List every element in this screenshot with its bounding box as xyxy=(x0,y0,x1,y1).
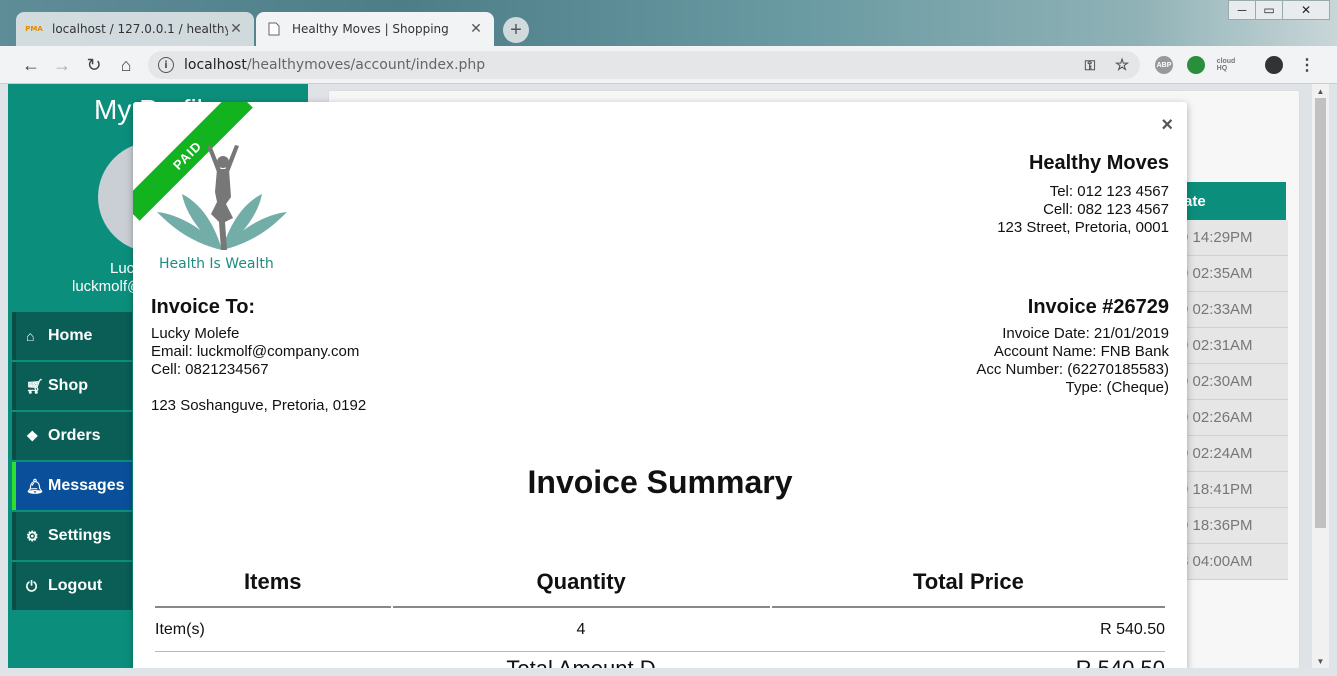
header-quantity: Quantity xyxy=(392,558,770,608)
adblock-icon[interactable]: ABP xyxy=(1155,56,1173,74)
sidebar-item-settings[interactable]: ⚙ Settings xyxy=(12,512,132,560)
client-address: 123 Soshanguve, Pretoria, 0192 xyxy=(151,397,367,414)
sidebar-item-home[interactable]: ⌂ Home xyxy=(12,312,132,360)
new-tab-button[interactable]: + xyxy=(503,17,529,43)
back-icon[interactable]: ← xyxy=(20,54,42,76)
profile-icon[interactable] xyxy=(1265,56,1283,74)
gears-icon: ⚙ xyxy=(26,527,39,544)
header-total-price: Total Price xyxy=(771,558,1165,608)
page-content: My Profile Lucky Molefe luckmolf@company… xyxy=(8,84,1329,668)
sidebar-item-label: Shop xyxy=(48,377,88,394)
table-row: 9 02:30AM xyxy=(1176,364,1288,400)
company-tel: Tel: 012 123 4567 xyxy=(1049,183,1169,200)
browser-toolbar: ← → ↻ ⌂ i localhost/healthymoves/account… xyxy=(0,46,1337,84)
menu-icon[interactable]: ⋮ xyxy=(1298,56,1316,74)
tab-phpmyadmin[interactable]: PMA localhost / 127.0.0.1 / healthymo ✕ xyxy=(16,12,254,46)
company-info: Healthy Moves Tel: 012 123 4567 Cell: 08… xyxy=(997,152,1169,237)
header-items: Items xyxy=(155,558,391,608)
restore-icon[interactable]: ▭ xyxy=(1255,0,1283,20)
url-host: localhost xyxy=(184,57,247,73)
invoice-summary-title: Invoice Summary xyxy=(527,464,793,500)
browser-titlebar: PMA localhost / 127.0.0.1 / healthymo ✕ … xyxy=(0,0,1337,46)
total-amount-value: R 540.50 xyxy=(771,656,1165,668)
home-icon[interactable]: ⌂ xyxy=(115,54,137,76)
sidebar-item-label: Messages xyxy=(48,477,125,494)
url-path: /healthymoves/account/index.php xyxy=(246,57,486,73)
table-row: 9 02:24AM xyxy=(1176,436,1288,472)
bell-icon: 🔔︎ xyxy=(26,477,44,494)
info-icon[interactable]: i xyxy=(158,57,174,73)
invoice-date: Invoice Date: 21/01/2019 xyxy=(1002,325,1169,342)
table-row: 9 18:41PM xyxy=(1176,472,1288,508)
scrollbar-thumb[interactable] xyxy=(1315,98,1326,528)
cubes-icon: ❖ xyxy=(26,427,39,444)
cloudhq-icon[interactable]: cloud HQ xyxy=(1217,56,1236,74)
table-row-partial: Total Amount D R 540.50 xyxy=(155,652,1165,668)
invoice-number: Invoice #26729 xyxy=(1027,296,1169,318)
table-row: 3 04:00AM xyxy=(1176,544,1288,580)
sidebar-item-label: Orders xyxy=(48,427,101,444)
account-type: Type: (Cheque) xyxy=(1065,379,1169,396)
background-table-header: ate xyxy=(1176,182,1286,220)
client-name: Lucky Molefe xyxy=(151,325,240,342)
logo-text: Health Is Wealth xyxy=(159,256,274,272)
sidebar-item-logout[interactable]: ⏻ Logout xyxy=(12,562,132,610)
star-icon[interactable]: ☆ xyxy=(1113,56,1131,74)
address-bar[interactable]: i localhost/healthymoves/account/index.p… xyxy=(148,51,1140,79)
cell-total: R 540.50 xyxy=(1100,620,1165,638)
account-name: Account Name: FNB Bank xyxy=(993,343,1169,360)
sidebar-menu: ⌂ Home 🛒︎ Shop ❖ Orders 🔔︎ Messages ⚙ Se… xyxy=(12,312,132,612)
scroll-up-icon[interactable]: ▲ xyxy=(1312,84,1329,98)
power-icon: ⏻ xyxy=(26,577,38,594)
tab-title: Healthy Moves | Shopping xyxy=(292,22,449,36)
invoice-modal: PAID × Health Is Wealth Healthy Moves Te… xyxy=(133,102,1187,668)
table-row: 9 02:31AM xyxy=(1176,328,1288,364)
scroll-down-icon[interactable]: ▼ xyxy=(1312,654,1329,668)
table-row: 9 02:35AM xyxy=(1176,256,1288,292)
table-row: Item(s) 4 R 540.50 xyxy=(155,608,1165,652)
sidebar-item-label: Home xyxy=(48,327,93,344)
cell-quantity: 4 xyxy=(576,620,586,638)
sidebar-item-label: Settings xyxy=(48,527,112,544)
tab-close-icon[interactable]: ✕ xyxy=(468,21,484,37)
cart-icon: 🛒︎ xyxy=(26,377,44,394)
page-icon xyxy=(266,21,282,37)
invoice-table: Items Quantity Total Price Item(s) 4 R 5… xyxy=(155,558,1165,668)
invoice-to: Invoice To: Lucky Molefe Email: luckmolf… xyxy=(151,296,366,415)
table-row: 9 14:29PM xyxy=(1176,220,1288,256)
invoice-to-heading: Invoice To: xyxy=(151,296,256,318)
tab-close-icon[interactable]: ✕ xyxy=(228,21,244,37)
sidebar-item-label: Logout xyxy=(48,577,103,594)
modal-close-button[interactable]: × xyxy=(1161,114,1173,137)
table-row: 9 18:36PM xyxy=(1176,508,1288,544)
tab-title: localhost / 127.0.0.1 / healthymo xyxy=(52,22,228,36)
table-row: 9 02:33AM xyxy=(1176,292,1288,328)
table-row: 9 02:26AM xyxy=(1176,400,1288,436)
key-icon[interactable]: ⚿ xyxy=(1081,56,1099,74)
home-icon: ⌂ xyxy=(26,328,35,344)
tab-healthy-moves[interactable]: Healthy Moves | Shopping ✕ xyxy=(256,12,494,46)
company-address: 123 Street, Pretoria, 0001 xyxy=(997,219,1169,236)
sidebar-item-messages[interactable]: 🔔︎ Messages xyxy=(12,462,132,510)
sidebar-item-shop[interactable]: 🛒︎ Shop xyxy=(12,362,132,410)
minimize-icon[interactable]: ─ xyxy=(1228,0,1256,20)
close-icon[interactable]: ✕ xyxy=(1282,0,1330,20)
table-header: Items Quantity Total Price xyxy=(155,558,1165,608)
invoice-info: Invoice #26729 Invoice Date: 21/01/2019 … xyxy=(976,296,1169,397)
cell-item: Item(s) xyxy=(155,620,205,638)
reload-icon[interactable]: ↻ xyxy=(83,54,105,76)
company-cell: Cell: 082 123 4567 xyxy=(1043,201,1169,218)
globe-icon[interactable] xyxy=(1187,56,1205,74)
total-amount-label: Total Amount D xyxy=(391,656,771,668)
forward-icon[interactable]: → xyxy=(51,54,73,76)
client-cell: Cell: 0821234567 xyxy=(151,361,269,378)
account-number: Acc Number: (62270185583) xyxy=(976,361,1169,378)
pma-icon: PMA xyxy=(25,25,43,33)
sidebar-item-orders[interactable]: ❖ Orders xyxy=(12,412,132,460)
client-email: Email: luckmolf@company.com xyxy=(151,343,360,360)
company-name: Healthy Moves xyxy=(1028,152,1169,174)
page-scrollbar[interactable]: ▲ ▼ xyxy=(1312,84,1329,668)
